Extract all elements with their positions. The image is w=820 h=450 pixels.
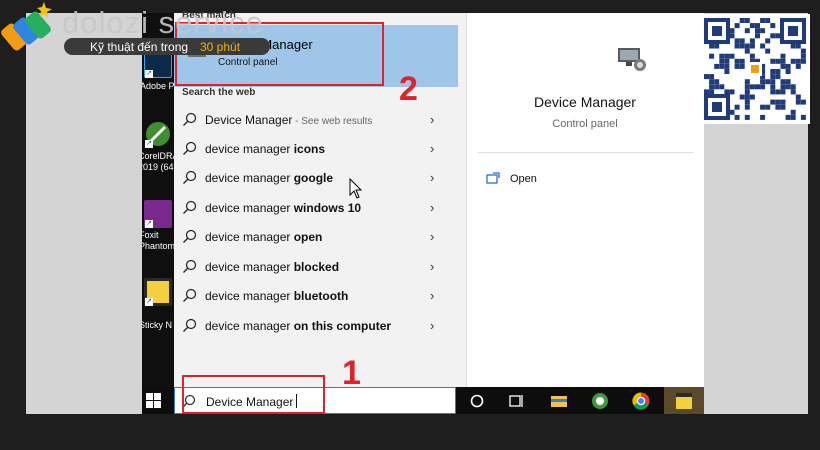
web-result-row[interactable]: device manager windows 10 › [174,194,466,223]
cortana-circle-icon[interactable] [467,391,487,411]
detail-divider [478,152,694,153]
detail-pane [466,13,704,387]
search-icon [183,229,197,243]
web-result-query: Device Manager [205,113,293,127]
detail-title: Device Manager [534,94,636,110]
chevron-right-icon[interactable]: › [430,229,434,244]
web-result-suffix: on this computer [293,319,392,333]
search-icon [183,141,197,155]
search-icon [183,288,197,302]
web-result-text: device manager on this computer [205,319,391,333]
web-result-row[interactable]: device manager bluetooth › [174,282,466,311]
mouse-cursor-icon [349,178,363,199]
search-icon [183,259,197,273]
web-result-row[interactable]: device manager blocked › [174,253,466,282]
web-result-suffix: windows 10 [293,201,362,215]
watermark-tagline-accent: 30 phút [200,40,241,54]
web-result-text: device manager google [205,171,333,185]
detail-subtitle: Control panel [552,118,618,130]
qr-code-icon [700,14,810,124]
desktop-icon-label: Sticky N [142,320,173,330]
desktop-icon-label: Foxit PhantomP [142,230,174,251]
watermark-brand: dolozi service [62,5,264,40]
web-result-query: device manager [205,171,294,185]
chrome-icon[interactable] [631,391,651,411]
task-view-icon[interactable] [506,391,526,411]
web-result-suffix: open [293,230,323,244]
windows-start-icon[interactable] [142,387,174,414]
web-result-query: device manager [205,201,294,215]
web-result-query: device manager [205,260,294,274]
sticky-notes-icon [676,393,692,409]
watermark-tagline: Kỹ thuật đến trong [90,40,189,54]
web-result-query: device manager [205,289,294,303]
chevron-right-icon[interactable]: › [430,170,434,185]
chevron-right-icon[interactable]: › [430,141,434,156]
web-result-suffix: bluetooth [293,289,349,303]
desktop-icon-label: CorelDRA 2019 (64 [142,151,174,172]
web-result-row[interactable]: device manager google › [174,164,466,193]
web-result-row[interactable]: device manager icons › [174,135,466,164]
open-action[interactable]: Open [510,173,537,185]
taskbar-sticky-notes[interactable] [664,387,704,414]
frame-bottom [0,414,820,450]
search-web-header: Search the web [182,87,256,98]
web-result-hint: - See web results [292,116,373,127]
desktop-icons-strip: ↗ Adobe Photosh ↗ CorelDRA 2019 (64 ↗ Fo… [142,13,174,387]
annotation-step2-number: 2 [399,70,418,108]
web-result-row[interactable]: Device Manager - See web results › [174,106,466,135]
web-result-suffix: google [293,171,334,185]
web-result-row[interactable]: device manager on this computer › [174,312,466,341]
web-result-query: device manager [205,142,294,156]
web-result-query: device manager [205,319,294,333]
device-manager-icon [618,48,646,71]
refresh-app-icon[interactable] [590,391,610,411]
file-explorer-icon[interactable] [549,391,569,411]
web-result-suffix: blocked [293,260,340,274]
search-icon [183,318,197,332]
web-result-text: device manager open [205,230,322,244]
web-result-query: device manager [205,230,294,244]
annotation-box-step1 [182,375,325,414]
search-icon [183,170,197,184]
shortcut-arrow-icon: ↗ [145,220,153,228]
web-result-text: device manager icons [205,142,325,156]
web-result-row[interactable]: device manager open › [174,223,466,252]
web-result-text: device manager bluetooth [205,289,348,303]
chevron-right-icon[interactable]: › [430,288,434,303]
web-result-text: device manager blocked [205,260,339,274]
chevron-right-icon[interactable]: › [430,200,434,215]
desktop-icon-label: Adobe Photosh [142,81,174,91]
chevron-right-icon[interactable]: › [430,318,434,333]
chevron-right-icon[interactable]: › [430,259,434,274]
open-icon[interactable] [486,172,500,184]
annotation-step1-number: 1 [342,354,361,392]
search-icon [183,200,197,214]
shortcut-arrow-icon: ↗ [145,298,153,306]
web-result-suffix: icons [293,142,326,156]
search-icon [183,112,197,126]
web-result-text: device manager windows 10 [205,201,361,215]
dolozi-logo-icon [1,2,52,51]
web-result-text: Device Manager - See web results [205,113,372,127]
shortcut-arrow-icon: ↗ [145,70,153,78]
chevron-right-icon[interactable]: › [430,112,434,127]
shortcut-arrow-icon: ↗ [145,140,153,148]
background-left [26,13,142,414]
